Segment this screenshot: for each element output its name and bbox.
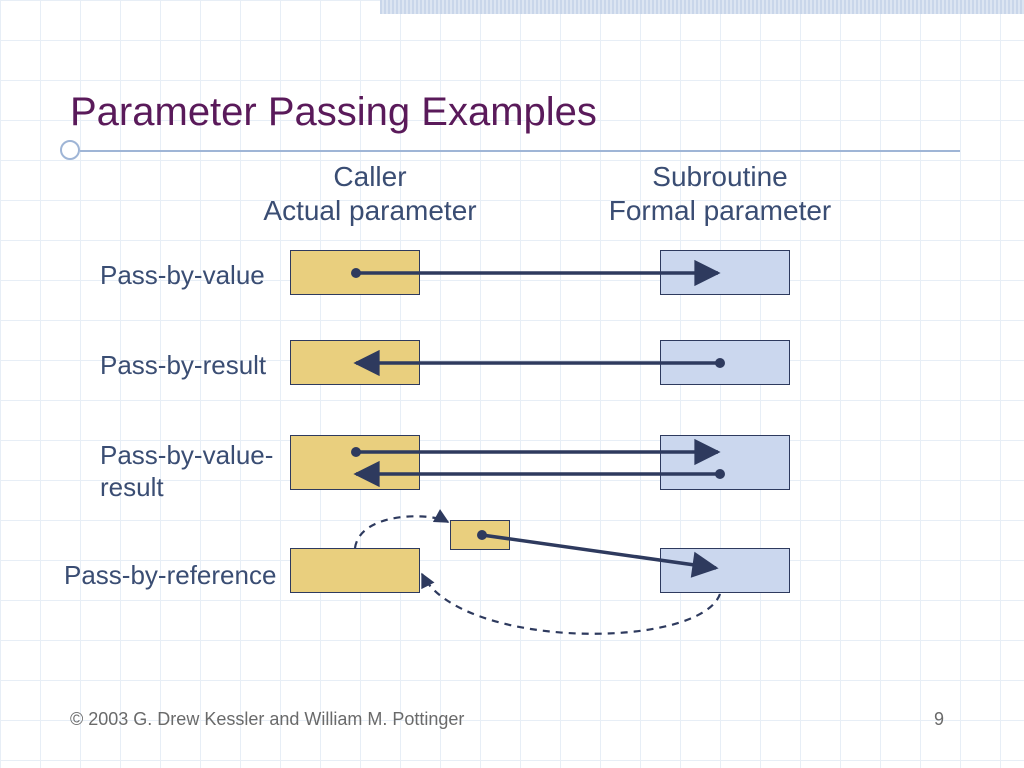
label-pass-by-value: Pass-by-value	[100, 260, 265, 291]
caller-box-pbvr	[290, 435, 420, 490]
column-header-caller: Caller Actual parameter	[240, 160, 500, 227]
sub-box-pbref	[660, 548, 790, 593]
caller-subtitle: Actual parameter	[240, 194, 500, 228]
label-pass-by-value-result-2: result	[100, 472, 164, 503]
label-pass-by-value-result-1: Pass-by-value-	[100, 440, 273, 471]
title-bullet-icon	[60, 140, 80, 160]
subroutine-subtitle: Formal parameter	[580, 194, 860, 228]
sub-box-pbv	[660, 250, 790, 295]
sub-box-pbr	[660, 340, 790, 385]
subroutine-title: Subroutine	[580, 160, 860, 194]
title-underline	[80, 150, 960, 152]
sub-box-pbvr	[660, 435, 790, 490]
caller-box-pbr	[290, 340, 420, 385]
label-pass-by-reference: Pass-by-reference	[64, 560, 276, 591]
footer-copyright: © 2003 G. Drew Kessler and William M. Po…	[70, 709, 464, 730]
caller-box-pbv	[290, 250, 420, 295]
label-pass-by-result: Pass-by-result	[100, 350, 266, 381]
column-header-subroutine: Subroutine Formal parameter	[580, 160, 860, 227]
top-accent-bar	[380, 0, 1024, 14]
caller-title: Caller	[240, 160, 500, 194]
caller-box-pbref	[290, 548, 420, 593]
slide-title: Parameter Passing Examples	[70, 90, 597, 135]
pointer-box-pbref	[450, 520, 510, 550]
footer-page-number: 9	[934, 709, 944, 730]
